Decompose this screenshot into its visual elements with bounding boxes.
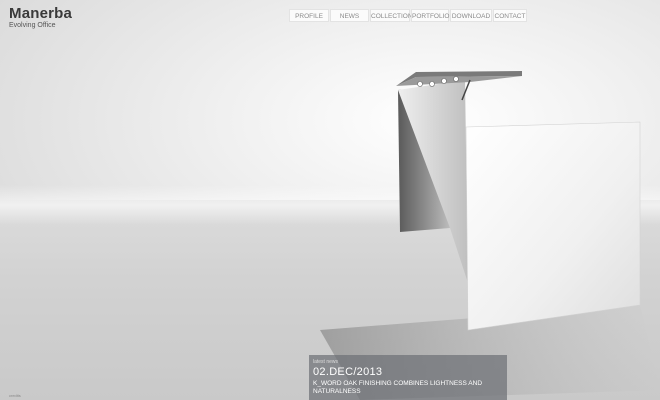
news-date: 02.DEC/2013 [313,366,383,378]
hero-background [0,0,660,400]
nav-news[interactable]: NEWS [330,9,369,22]
nav-download[interactable]: DOWNLOAD [450,9,492,22]
desk-light-3 [441,78,447,84]
nav-collection[interactable]: COLLECTION [370,9,413,22]
brand-name: Manerba [9,5,73,22]
desk-light-2 [429,81,435,87]
brand-logo[interactable]: Manerba Evolving Office [9,6,72,29]
desk-front-panel [465,121,641,331]
main-nav: PROFILE NEWS COLLECTION PORTFOLIO DOWNLO… [289,9,527,22]
nav-contact[interactable]: CONTACT [493,9,527,22]
footer-credits-link[interactable]: credits [9,393,21,398]
news-kicker: latest news [313,359,339,365]
reception-desk-image [320,71,660,400]
latest-news-panel[interactable]: latest news 02.DEC/2013 K_WORD OAK FINIS… [309,355,507,400]
desk-light-1 [417,81,423,87]
nav-portfolio[interactable]: PORTFOLIO [411,9,449,22]
brand-tagline: Evolving Office [9,22,56,29]
news-title[interactable]: K_WORD OAK FINISHING COMBINES LIGHTNESS … [313,380,503,396]
desk-light-4 [453,76,459,82]
nav-profile[interactable]: PROFILE [289,9,329,22]
